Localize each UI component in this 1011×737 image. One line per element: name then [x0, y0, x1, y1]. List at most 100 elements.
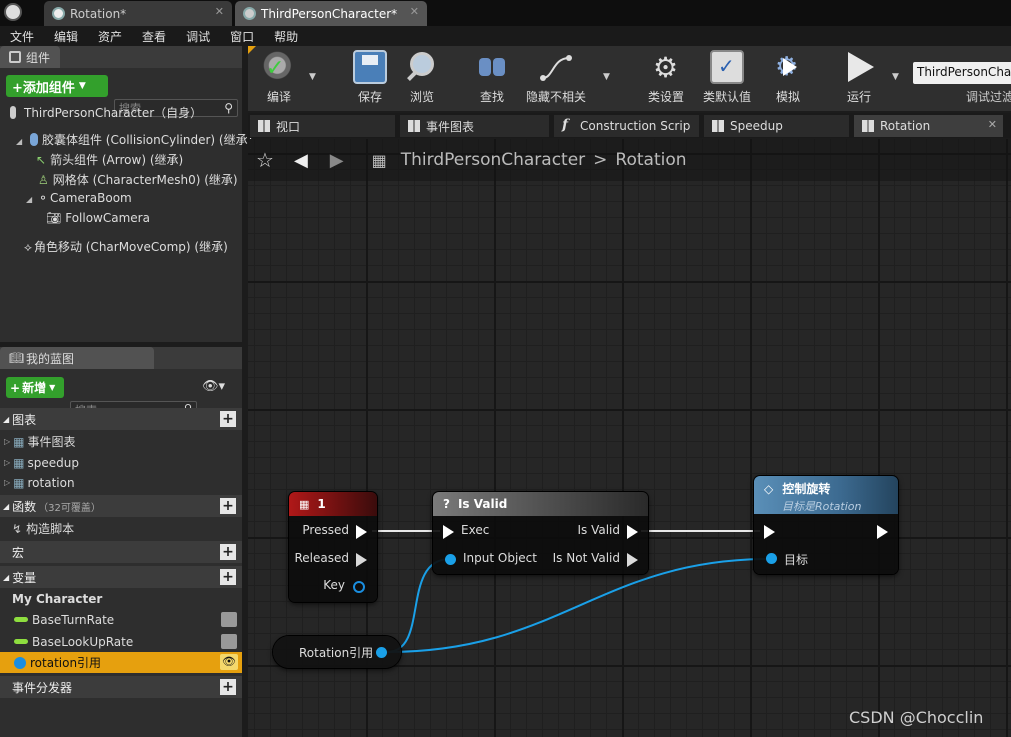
forward-arrow-icon[interactable]: ▶	[330, 150, 344, 171]
expand-arrow-icon[interactable]: ▷	[4, 478, 10, 487]
object-in-pin-target[interactable]	[766, 553, 777, 564]
section-event-dispatchers[interactable]: 事件分发器 +	[0, 676, 242, 698]
menu-window[interactable]: 窗口	[220, 28, 264, 45]
overridable-count: （32可覆盖）	[38, 502, 101, 514]
close-icon[interactable]: ✕	[988, 118, 997, 131]
add-function-button[interactable]: +	[220, 498, 236, 514]
variable-item-rotation-ref[interactable]: rotation引用 👁︎	[0, 652, 242, 673]
eye-icon[interactable]: 👁︎	[220, 654, 238, 670]
object-in-pin-input-object[interactable]	[445, 554, 456, 565]
section-macros[interactable]: 宏 +	[0, 541, 242, 563]
add-component-button[interactable]: +添加组件 ▼	[6, 75, 108, 97]
add-macro-button[interactable]: +	[220, 544, 236, 560]
visibility-toggle-icon[interactable]	[221, 634, 237, 649]
graph-item-speedup[interactable]: ▷ ▦ speedup	[0, 452, 242, 473]
debug-object-select[interactable]: ThirdPersonChar	[913, 62, 1011, 84]
menu-asset[interactable]: 资产	[88, 28, 132, 45]
compile-button[interactable]: ✓ 编译	[250, 50, 308, 110]
expand-arrow-icon[interactable]: ◢	[26, 195, 32, 204]
rotation-ref-getter-node[interactable]: Rotation引用	[273, 636, 401, 668]
compile-options-dropdown[interactable]: ▼	[309, 72, 316, 82]
class-settings-button[interactable]: ⚙ 类设置	[640, 50, 692, 110]
graph-item-event-graph[interactable]: ▷ ▦ 事件图表	[0, 431, 242, 452]
tab-thirdpersoncharacter[interactable]: ThirdPersonCharacter* ✕	[235, 1, 427, 26]
visibility-eye-icon[interactable]: 👁︎▾	[202, 379, 225, 394]
hide-unrelated-button[interactable]: 隐藏不相关	[522, 50, 590, 110]
simulate-button[interactable]: ⚙ 模拟	[762, 50, 814, 110]
component-root[interactable]: ThirdPersonCharacter（自身）	[10, 104, 202, 121]
exec-out-pin-is-not-valid[interactable]	[627, 553, 638, 567]
close-icon[interactable]: ✕	[215, 5, 224, 18]
tab-components[interactable]: 组件	[0, 46, 61, 68]
struct-out-pin-key[interactable]	[353, 581, 365, 593]
exec-out-pin-pressed[interactable]	[356, 525, 367, 539]
tab-speedup[interactable]: Speedup	[704, 115, 850, 137]
play-button[interactable]: 运行	[832, 50, 886, 110]
control-rotation-node[interactable]: ◇ 控制旋转 目标是Rotation 目标	[754, 476, 898, 574]
exec-in-pin[interactable]	[764, 525, 775, 539]
search-icon[interactable]: ⚲	[224, 101, 233, 115]
exec-out-pin-released[interactable]	[356, 553, 367, 567]
play-options-dropdown[interactable]: ▼	[892, 72, 899, 82]
component-collision-cylinder[interactable]: ◢ 胶囊体组件 (CollisionCylinder) (继承)	[16, 131, 252, 148]
collapse-arrow-icon[interactable]: ◢	[3, 502, 9, 511]
title-bar: Rotation* ✕ ThirdPersonCharacter* ✕	[0, 0, 1011, 26]
menu-file[interactable]: 文件	[0, 28, 44, 45]
tab-event-graph[interactable]: 事件图表	[400, 115, 550, 137]
exec-out-pin-is-valid[interactable]	[627, 525, 638, 539]
close-icon[interactable]: ✕	[410, 5, 419, 18]
add-dispatcher-button[interactable]: +	[220, 679, 236, 695]
tab-rotation-graph[interactable]: Rotation ✕	[854, 115, 1004, 137]
component-charmovecomp[interactable]: ⟡ 角色移动 (CharMoveComp) (继承)	[24, 238, 228, 255]
macro-question-icon: ?	[443, 497, 450, 511]
unreal-logo-icon[interactable]	[4, 3, 22, 21]
find-button[interactable]: 查找	[466, 50, 518, 110]
variable-item-baseturnrate[interactable]: BaseTurnRate	[0, 609, 242, 630]
exec-in-pin[interactable]	[443, 525, 454, 539]
star-icon[interactable]: ☆	[256, 148, 274, 172]
is-valid-node[interactable]: ? Is Valid Exec Is Valid Input Object Is…	[433, 492, 648, 574]
collapse-arrow-icon[interactable]: ◢	[3, 415, 9, 424]
expand-arrow-icon[interactable]: ▷	[4, 458, 10, 467]
browse-button[interactable]: 浏览	[396, 50, 448, 110]
hide-options-dropdown[interactable]: ▼	[603, 72, 610, 82]
key-event-node[interactable]: ▦ 1 Pressed Released Key	[289, 492, 377, 602]
component-label: 胶囊体组件 (CollisionCylinder) (继承)	[41, 133, 253, 147]
menu-view[interactable]: 查看	[132, 28, 176, 45]
node-subtitle: 目标是Rotation	[782, 500, 862, 513]
expand-arrow-icon[interactable]: ▷	[4, 437, 10, 446]
collapse-arrow-icon[interactable]: ◢	[3, 573, 9, 582]
tab-viewport[interactable]: 视口	[250, 115, 396, 137]
component-cameraboom[interactable]: ◢ ⚬ CameraBoom	[26, 191, 132, 205]
tab-rotation[interactable]: Rotation* ✕	[44, 1, 232, 26]
add-variable-button[interactable]: +	[220, 569, 236, 585]
component-followcamera[interactable]: 📷︎ FollowCamera	[46, 211, 150, 225]
section-graphs[interactable]: ◢ 图表 +	[0, 408, 242, 430]
section-variables[interactable]: ◢ 变量 +	[0, 566, 242, 588]
function-item-construction-script[interactable]: ↯ 构造脚本	[0, 518, 242, 539]
graph-item-rotation[interactable]: ▷ ▦ rotation	[0, 472, 242, 493]
menu-help[interactable]: 帮助	[264, 28, 308, 45]
class-defaults-button[interactable]: ✓ 类默认值	[698, 50, 756, 110]
section-functions[interactable]: ◢ 函数 （32可覆盖） +	[0, 495, 242, 517]
object-out-pin[interactable]	[376, 647, 387, 658]
tab-construction-script[interactable]: f Construction Scrip	[554, 115, 700, 137]
breadcrumb-root[interactable]: ThirdPersonCharacter	[401, 150, 585, 170]
new-button[interactable]: + 新增 ▼	[6, 377, 64, 398]
component-mesh[interactable]: ♙ 网格体 (CharacterMesh0) (继承)	[38, 171, 238, 188]
add-graph-button[interactable]: +	[220, 411, 236, 427]
exec-out-pin[interactable]	[877, 525, 888, 539]
menu-edit[interactable]: 编辑	[44, 28, 88, 45]
variable-category[interactable]: My Character	[0, 588, 242, 609]
function-diamond-icon: ◇	[764, 482, 774, 496]
back-arrow-icon[interactable]: ◀	[294, 150, 308, 171]
expand-arrow-icon[interactable]: ◢	[16, 137, 22, 146]
tab-label: Rotation*	[70, 6, 127, 21]
component-arrow[interactable]: ↖ 箭头组件 (Arrow) (继承)	[36, 151, 183, 168]
variable-item-baselookuprate[interactable]: BaseLookUpRate	[0, 631, 242, 652]
save-button[interactable]: 保存	[344, 50, 396, 110]
tab-my-blueprint[interactable]: 📖︎ 我的蓝图	[0, 347, 154, 369]
graph-icon	[712, 120, 724, 132]
visibility-toggle-icon[interactable]	[221, 612, 237, 627]
menu-debug[interactable]: 调试	[176, 28, 220, 45]
